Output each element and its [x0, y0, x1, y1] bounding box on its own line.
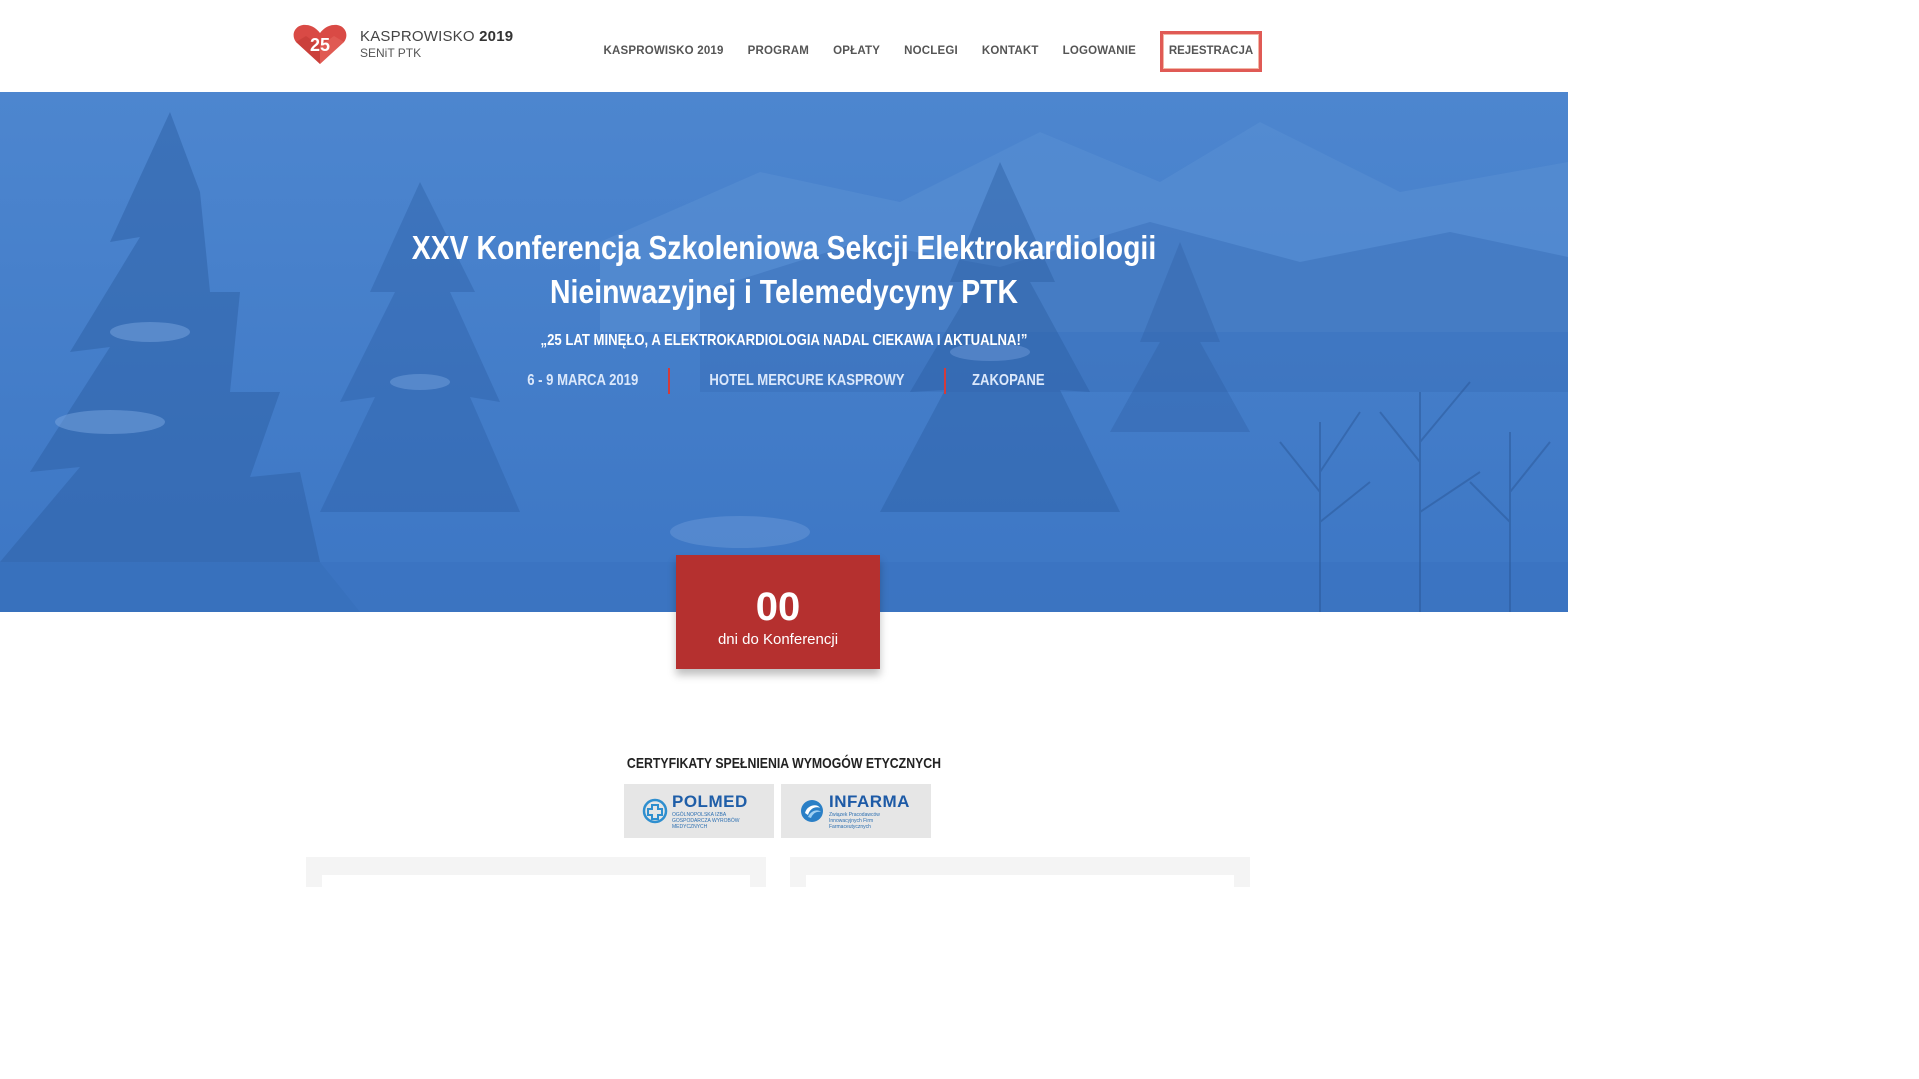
brand-org: SENiT PTK: [360, 46, 422, 60]
polmed-logo[interactable]: POLMED OGÓLNOPOLSKA IZBA GOSPODARCZA WYR…: [624, 784, 774, 838]
nav-item-noclegi[interactable]: NOCLEGI: [904, 45, 958, 57]
site-logo[interactable]: 25 KASPROWISKO 2019 SENiT PTK: [292, 22, 513, 66]
event-dates: 6 - 9 MARCA 2019: [527, 372, 639, 389]
svg-text:25: 25: [310, 35, 330, 55]
infarma-name: INFARMA: [829, 791, 910, 811]
hero-banner: XXV Konferencja Szkoleniowa Sekcji Elekt…: [0, 92, 1568, 612]
countdown-box: 00 dni do Konferencji: [676, 555, 880, 669]
content-card-right: [790, 857, 1250, 895]
countdown-value: 00: [755, 585, 801, 629]
infarma-tagline: Związek Pracodawców Innowacyjnych Firm F…: [829, 811, 880, 830]
hero-title: XXV Konferencja Szkoleniowa Sekcji Elekt…: [110, 226, 1458, 314]
heart-25-logo-icon: 25: [292, 22, 348, 66]
card-inner: [806, 875, 1234, 895]
content-card-left: [306, 857, 766, 895]
polmed-cross-icon: [642, 798, 668, 824]
infarma-logo[interactable]: INFARMA Związek Pracodawców Innowacyjnyc…: [781, 784, 931, 838]
nav-item-kasprowisko[interactable]: KASPROWISKO 2019: [603, 45, 723, 57]
winter-forest-background: [0, 92, 1568, 612]
brand-name: KASPROWISKO: [360, 28, 475, 45]
hero-subtitle: „25 LAT MINĘŁO, A ELEKTROKARDIOLOGIA NAD…: [540, 332, 1028, 349]
brand-year: 2019: [479, 28, 514, 45]
main-nav: KASPROWISKO 2019 PROGRAM OPŁATY NOCLEGI …: [603, 30, 1262, 72]
polmed-tagline: OGÓLNOPOLSKA IZBA GOSPODARCZA WYROBÓW ME…: [672, 811, 740, 830]
polmed-name: POLMED: [672, 791, 748, 811]
hero-title-line1: XXV Konferencja Szkoleniowa Sekcji Elekt…: [411, 229, 1157, 266]
event-city: ZAKOPANE: [972, 372, 1046, 389]
nav-item-kontakt[interactable]: KONTAKT: [982, 45, 1039, 57]
hero-event-info: 6 - 9 MARCA 2019 HOTEL MERCURE KASPROWY …: [0, 368, 1568, 394]
event-venue: HOTEL MERCURE KASPROWY: [709, 372, 905, 389]
certificate-logos: POLMED OGÓLNOPOLSKA IZBA GOSPODARCZA WYR…: [624, 784, 931, 838]
divider: [944, 368, 947, 394]
infarma-swirl-icon: [801, 800, 823, 822]
nav-item-oplaty[interactable]: OPŁATY: [833, 45, 880, 57]
nav-item-program[interactable]: PROGRAM: [748, 45, 809, 57]
hero-title-line2: Nieinwazyjnej i Telemedycyny PTK: [550, 273, 1018, 310]
site-header: 25 KASPROWISKO 2019 SENiT PTK KASPROWISK…: [0, 0, 1568, 92]
divider: [668, 368, 671, 394]
card-inner: [322, 875, 750, 895]
register-button[interactable]: REJESTRACJA: [1160, 30, 1262, 72]
logo-text: KASPROWISKO 2019 SENiT PTK: [360, 29, 513, 59]
countdown-label: dni do Konferencji: [717, 631, 839, 648]
certificates-heading: CERTYFIKATY SPEŁNIENIA WYMOGÓW ETYCZNYCH: [626, 755, 942, 772]
nav-item-logowanie[interactable]: LOGOWANIE: [1063, 45, 1136, 57]
